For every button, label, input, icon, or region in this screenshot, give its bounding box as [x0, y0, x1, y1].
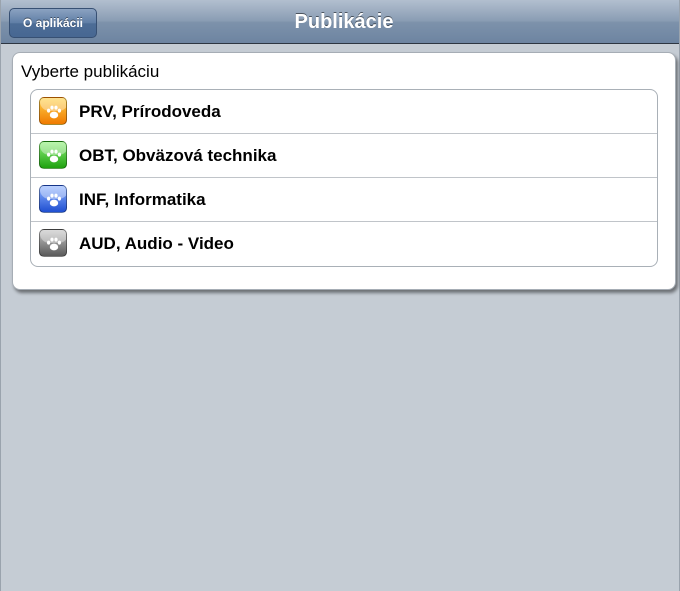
publication-row-inf[interactable]: INF, Informatika: [31, 178, 657, 222]
page-title: Publikácie: [294, 11, 394, 33]
publication-row-prv[interactable]: PRV, Prírodoveda: [31, 90, 657, 134]
paw-icon: [39, 97, 67, 125]
publication-row-aud[interactable]: AUD, Audio - Video: [31, 222, 657, 266]
panel-heading: Vyberte publikáciu: [21, 62, 160, 81]
paw-icon: [39, 229, 67, 257]
navigation-bar: O aplikácii Publikácie: [1, 0, 679, 44]
publication-label: INF, Informatika: [79, 190, 206, 209]
publication-label: PRV, Prírodoveda: [79, 102, 221, 121]
paw-icon: [39, 185, 67, 213]
app-window: O aplikácii Publikácie Vyberte publikáci…: [0, 0, 680, 591]
publication-label: AUD, Audio - Video: [79, 234, 234, 253]
publication-row-obt[interactable]: OBT, Obväzová technika: [31, 134, 657, 178]
publications-panel: Vyberte publikáciu PRV, Prírodoveda OBT,…: [12, 52, 676, 290]
paw-icon: [39, 141, 67, 169]
publication-label: OBT, Obväzová technika: [79, 146, 277, 165]
publication-list: PRV, Prírodoveda OBT, Obväzová technika: [30, 89, 658, 267]
about-app-button[interactable]: O aplikácii: [9, 8, 97, 38]
